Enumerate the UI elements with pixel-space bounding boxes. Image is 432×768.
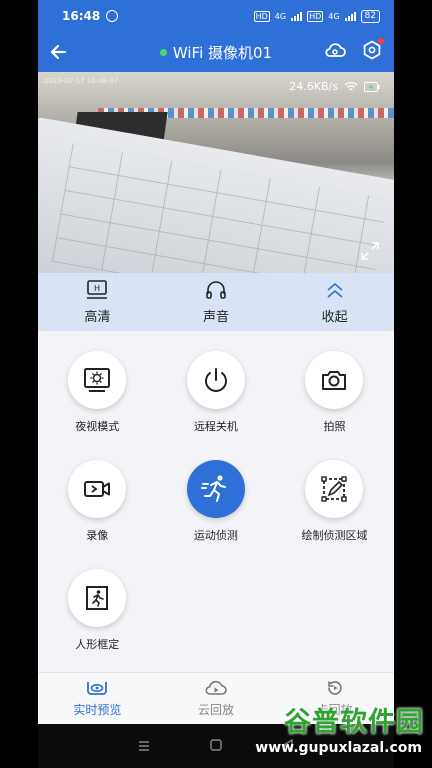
stream-speed: 24.6KB/s xyxy=(289,80,380,93)
watermark-url: www.gupuxlazal.com xyxy=(255,740,422,756)
feature-row: 夜视模式 远程关机 拍照 xyxy=(38,351,394,460)
settings-button[interactable] xyxy=(362,38,384,64)
hd-badge-icon-2: HD xyxy=(307,10,324,22)
hd-badge-icon: HD xyxy=(253,10,270,22)
signal-icon-2 xyxy=(344,11,356,21)
remote-shutdown-button[interactable]: 远程关机 xyxy=(157,351,276,460)
feature-row: 人形框定 xyxy=(38,569,394,678)
replay-icon xyxy=(327,681,342,695)
draw-area-button[interactable]: 绘制侦测区域 xyxy=(275,460,394,569)
human-frame-button[interactable]: 人形框定 xyxy=(38,569,157,678)
draw-area-label: 绘制侦测区域 xyxy=(301,529,368,542)
human-frame-label: 人形框定 xyxy=(75,638,120,651)
video-record-icon xyxy=(84,481,111,497)
page-title: WiFi 摄像机01 xyxy=(172,43,273,62)
nav-live-preview[interactable]: 实时预览 xyxy=(38,673,157,724)
wifi-icon xyxy=(344,82,358,91)
quality-button[interactable]: H 高清 xyxy=(38,273,157,331)
title-actions xyxy=(324,38,394,64)
network-label-2: 4G xyxy=(328,11,340,21)
watermark: 谷普软件园 www.gupuxlazal.com xyxy=(230,700,430,766)
battery-indicator: 82 xyxy=(360,9,380,23)
record-button[interactable]: 录像 xyxy=(38,460,157,569)
fullscreen-icon xyxy=(361,242,379,260)
menu-button[interactable] xyxy=(137,737,151,756)
svg-text:H: H xyxy=(94,284,100,293)
cloud-settings-button[interactable] xyxy=(324,41,346,63)
quality-label: 高清 xyxy=(84,309,111,325)
night-vision-icon xyxy=(84,368,111,392)
human-frame-icon xyxy=(86,586,109,610)
draw-area-icon xyxy=(321,476,348,502)
audio-button[interactable]: 声音 xyxy=(157,273,276,331)
collapse-icon xyxy=(327,282,343,298)
power-icon xyxy=(204,368,227,392)
running-person-icon xyxy=(200,475,226,502)
status-right: HD 4G HD 4G 82 xyxy=(253,9,380,23)
app-screen: 16:48 HD 4G HD 4G 82 WiFi 摄像机01 2023-02-… xyxy=(38,0,394,768)
feature-row: 录像 运动侦测 绘制侦测区域 xyxy=(38,460,394,569)
nav-live-preview-label: 实时预览 xyxy=(73,703,122,717)
home-button[interactable] xyxy=(209,737,223,756)
watermark-brand: 谷普软件园 xyxy=(284,707,424,738)
notification-dot xyxy=(378,38,384,44)
home-icon xyxy=(210,738,222,751)
motion-detect-button[interactable]: 运动侦测 xyxy=(157,460,276,569)
feature-grid: 夜视模式 远程关机 拍照 录像 运动侦测 绘制侦测区域 人形框定 xyxy=(38,337,394,678)
control-strip: H 高清 声音 收起 xyxy=(38,273,394,331)
photo-label: 拍照 xyxy=(323,420,346,433)
photo-button[interactable]: 拍照 xyxy=(275,351,394,460)
menu-icon xyxy=(139,740,149,751)
camera-icon xyxy=(322,371,347,390)
stream-speed-value: 24.6KB/s xyxy=(289,80,338,93)
audio-label: 声音 xyxy=(203,309,230,325)
night-vision-label: 夜视模式 xyxy=(75,420,120,433)
collapse-label: 收起 xyxy=(321,309,348,325)
headphones-icon xyxy=(206,280,226,299)
fullscreen-button[interactable] xyxy=(360,241,380,265)
signal-icon xyxy=(291,11,303,21)
network-label-1: 4G xyxy=(274,11,287,21)
status-bar: 16:48 HD 4G HD 4G 82 xyxy=(38,0,394,32)
back-button[interactable] xyxy=(38,32,78,72)
cloud-gear-icon xyxy=(325,43,346,57)
alarm-icon xyxy=(106,10,119,22)
night-vision-button[interactable]: 夜视模式 xyxy=(38,351,157,460)
cloud-play-icon xyxy=(205,680,227,695)
video-timestamp: 2023-02-17 16:48:07 xyxy=(44,77,119,85)
battery-charging-icon xyxy=(364,81,380,92)
eye-icon xyxy=(87,682,108,695)
video-preview[interactable]: 2023-02-17 16:48:07 24.6KB/s xyxy=(38,72,394,273)
back-arrow-icon xyxy=(50,44,67,60)
record-label: 录像 xyxy=(86,529,109,542)
online-status-dot xyxy=(159,48,167,56)
status-time: 16:48 xyxy=(62,9,101,23)
title-bar: WiFi 摄像机01 xyxy=(38,32,394,72)
remote-shutdown-label: 远程关机 xyxy=(193,420,238,433)
collapse-button[interactable]: 收起 xyxy=(275,273,394,331)
nav-cloud-playback-label: 云回放 xyxy=(198,703,235,717)
motion-detect-label: 运动侦测 xyxy=(193,529,238,542)
hd-icon: H xyxy=(87,279,108,299)
